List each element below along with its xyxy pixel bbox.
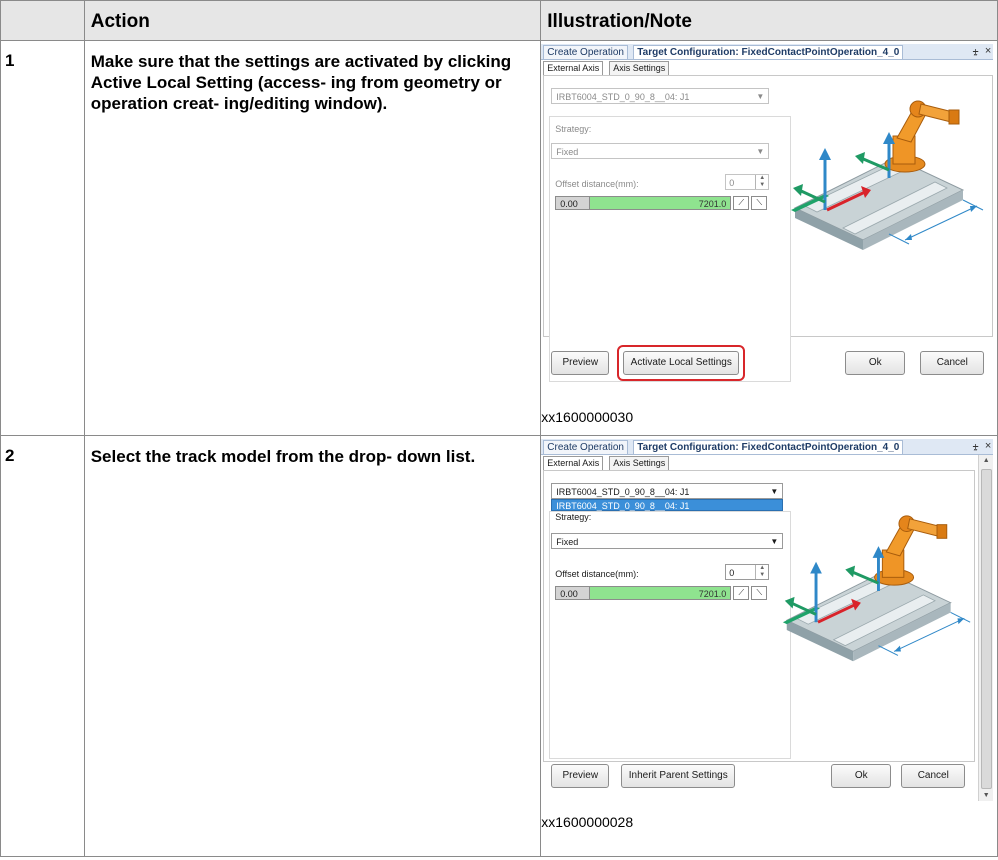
- offset-value: 0: [729, 568, 735, 578]
- step-header: [0, 0, 85, 41]
- screenshot-panel: Create Operation Target Configuration: F…: [541, 44, 994, 382]
- pin-icon[interactable]: ⨦: [972, 440, 978, 452]
- axis-combo-value: IRBT6004_STD_0_90_8__04: J1: [556, 92, 690, 102]
- offset-label: Offset distance(mm):: [555, 179, 639, 189]
- offset-slider[interactable]: 0.00 7201.0: [555, 586, 732, 600]
- chevron-down-icon: ▼: [756, 147, 765, 156]
- table-row: 2 Select the track model from the drop- …: [0, 435, 998, 857]
- highlight-ring: [617, 345, 746, 381]
- offset-value: 0: [729, 178, 735, 188]
- action-header: Action: [83, 0, 542, 41]
- axis-combo[interactable]: IRBT6004_STD_0_90_8__04: J1 ▼: [551, 483, 784, 499]
- slider-min: 0.00: [556, 197, 591, 209]
- chevron-down-icon: ▼: [770, 487, 779, 496]
- cancel-button[interactable]: Cancel: [920, 351, 985, 375]
- action-bold: Active Local Setting: [90, 73, 254, 92]
- vertical-scrollbar[interactable]: ▲ ▼: [978, 455, 994, 801]
- close-icon[interactable]: ×: [985, 440, 991, 452]
- note-cell: Create Operation Target Configuration: F…: [540, 435, 998, 857]
- tab-external-axis[interactable]: External Axis: [543, 61, 604, 76]
- ok-button[interactable]: Ok: [831, 764, 892, 788]
- table-row: 1 Make sure that the settings are activa…: [0, 40, 998, 436]
- offset-spinner[interactable]: 0 ▲ ▼: [725, 174, 770, 190]
- tab-target-configuration[interactable]: Target Configuration: FixedContactPointO…: [633, 45, 904, 59]
- note-header: Illustration/Note: [540, 0, 998, 41]
- spin-arrows-icon[interactable]: ▲ ▼: [755, 565, 768, 579]
- slider-decrease-button[interactable]: ⟋: [733, 196, 750, 210]
- doc-tab-bar: Create Operation Target Configuration: F…: [541, 44, 994, 60]
- figure-caption: xx1600000030: [541, 409, 634, 425]
- strategy-combo[interactable]: Fixed ▼: [551, 143, 770, 159]
- axis-combo[interactable]: IRBT6004_STD_0_90_8__04: J1 ▼: [551, 88, 770, 104]
- step-number: 1: [0, 40, 85, 436]
- strategy-value: Fixed: [556, 537, 579, 547]
- preview-button[interactable]: Preview: [551, 351, 610, 375]
- pin-icon[interactable]: ⨦: [972, 45, 978, 57]
- preview-button[interactable]: Preview: [551, 764, 610, 788]
- tab-external-axis[interactable]: External Axis: [543, 456, 604, 471]
- doc-tab-bar: Create Operation Target Configuration: F…: [541, 439, 994, 455]
- strategy-label: Strategy:: [555, 124, 592, 134]
- offset-slider[interactable]: 0.00 7201.0: [555, 196, 732, 210]
- strategy-combo[interactable]: Fixed ▼: [551, 533, 784, 549]
- scroll-thumb[interactable]: [981, 469, 993, 789]
- spin-arrows-icon[interactable]: ▲ ▼: [755, 175, 768, 189]
- slider-max: 7201.0: [698, 589, 727, 599]
- header-row: Action Illustration/Note: [0, 0, 998, 41]
- offset-label: Offset distance(mm):: [555, 569, 639, 579]
- axis-dropdown-option[interactable]: IRBT6004_STD_0_90_8__04: J1: [551, 499, 784, 511]
- action-cell: Make sure that the settings are activate…: [83, 40, 542, 436]
- ok-button[interactable]: Ok: [845, 351, 906, 375]
- scroll-up-icon[interactable]: ▲: [979, 457, 993, 464]
- action-text: Select the track model from the drop- do…: [90, 447, 476, 466]
- slider-decrease-button[interactable]: ⟋: [733, 586, 750, 600]
- action-cell: Select the track model from the drop- do…: [83, 435, 542, 857]
- figure-caption: xx1600000028: [541, 814, 634, 830]
- step-number: 2: [0, 435, 85, 857]
- scroll-down-icon[interactable]: ▼: [979, 792, 993, 799]
- cancel-button[interactable]: Cancel: [901, 764, 966, 788]
- tab-create-operation[interactable]: Create Operation: [543, 45, 628, 60]
- close-icon[interactable]: ×: [985, 45, 991, 57]
- inherit-parent-settings-button[interactable]: Inherit Parent Settings: [621, 764, 736, 788]
- note-cell: Create Operation Target Configuration: F…: [540, 40, 998, 436]
- strategy-value: Fixed: [556, 147, 579, 157]
- tab-axis-settings[interactable]: Axis Settings: [609, 456, 670, 471]
- slider-max: 7201.0: [698, 199, 727, 209]
- tab-create-operation[interactable]: Create Operation: [543, 440, 628, 455]
- chevron-down-icon: ▼: [756, 92, 765, 101]
- track-robot-illustration: [789, 99, 985, 252]
- offset-spinner[interactable]: 0 ▲ ▼: [725, 564, 770, 580]
- tab-axis-settings[interactable]: Axis Settings: [609, 61, 670, 76]
- instruction-table: Action Illustration/Note 1 Make sure tha…: [0, 0, 998, 857]
- slider-increase-button[interactable]: ⟍: [751, 196, 768, 210]
- tab-target-configuration[interactable]: Target Configuration: FixedContactPointO…: [633, 440, 904, 454]
- axis-combo-value: IRBT6004_STD_0_90_8__04: J1: [556, 487, 690, 497]
- slider-min: 0.00: [556, 587, 591, 599]
- action-text: Make sure that the settings are activate…: [90, 52, 512, 71]
- strategy-label: Strategy:: [555, 512, 592, 522]
- screenshot-panel: Create Operation Target Configuration: F…: [541, 439, 994, 801]
- track-robot-illustration: [781, 514, 972, 663]
- slider-increase-button[interactable]: ⟍: [751, 586, 768, 600]
